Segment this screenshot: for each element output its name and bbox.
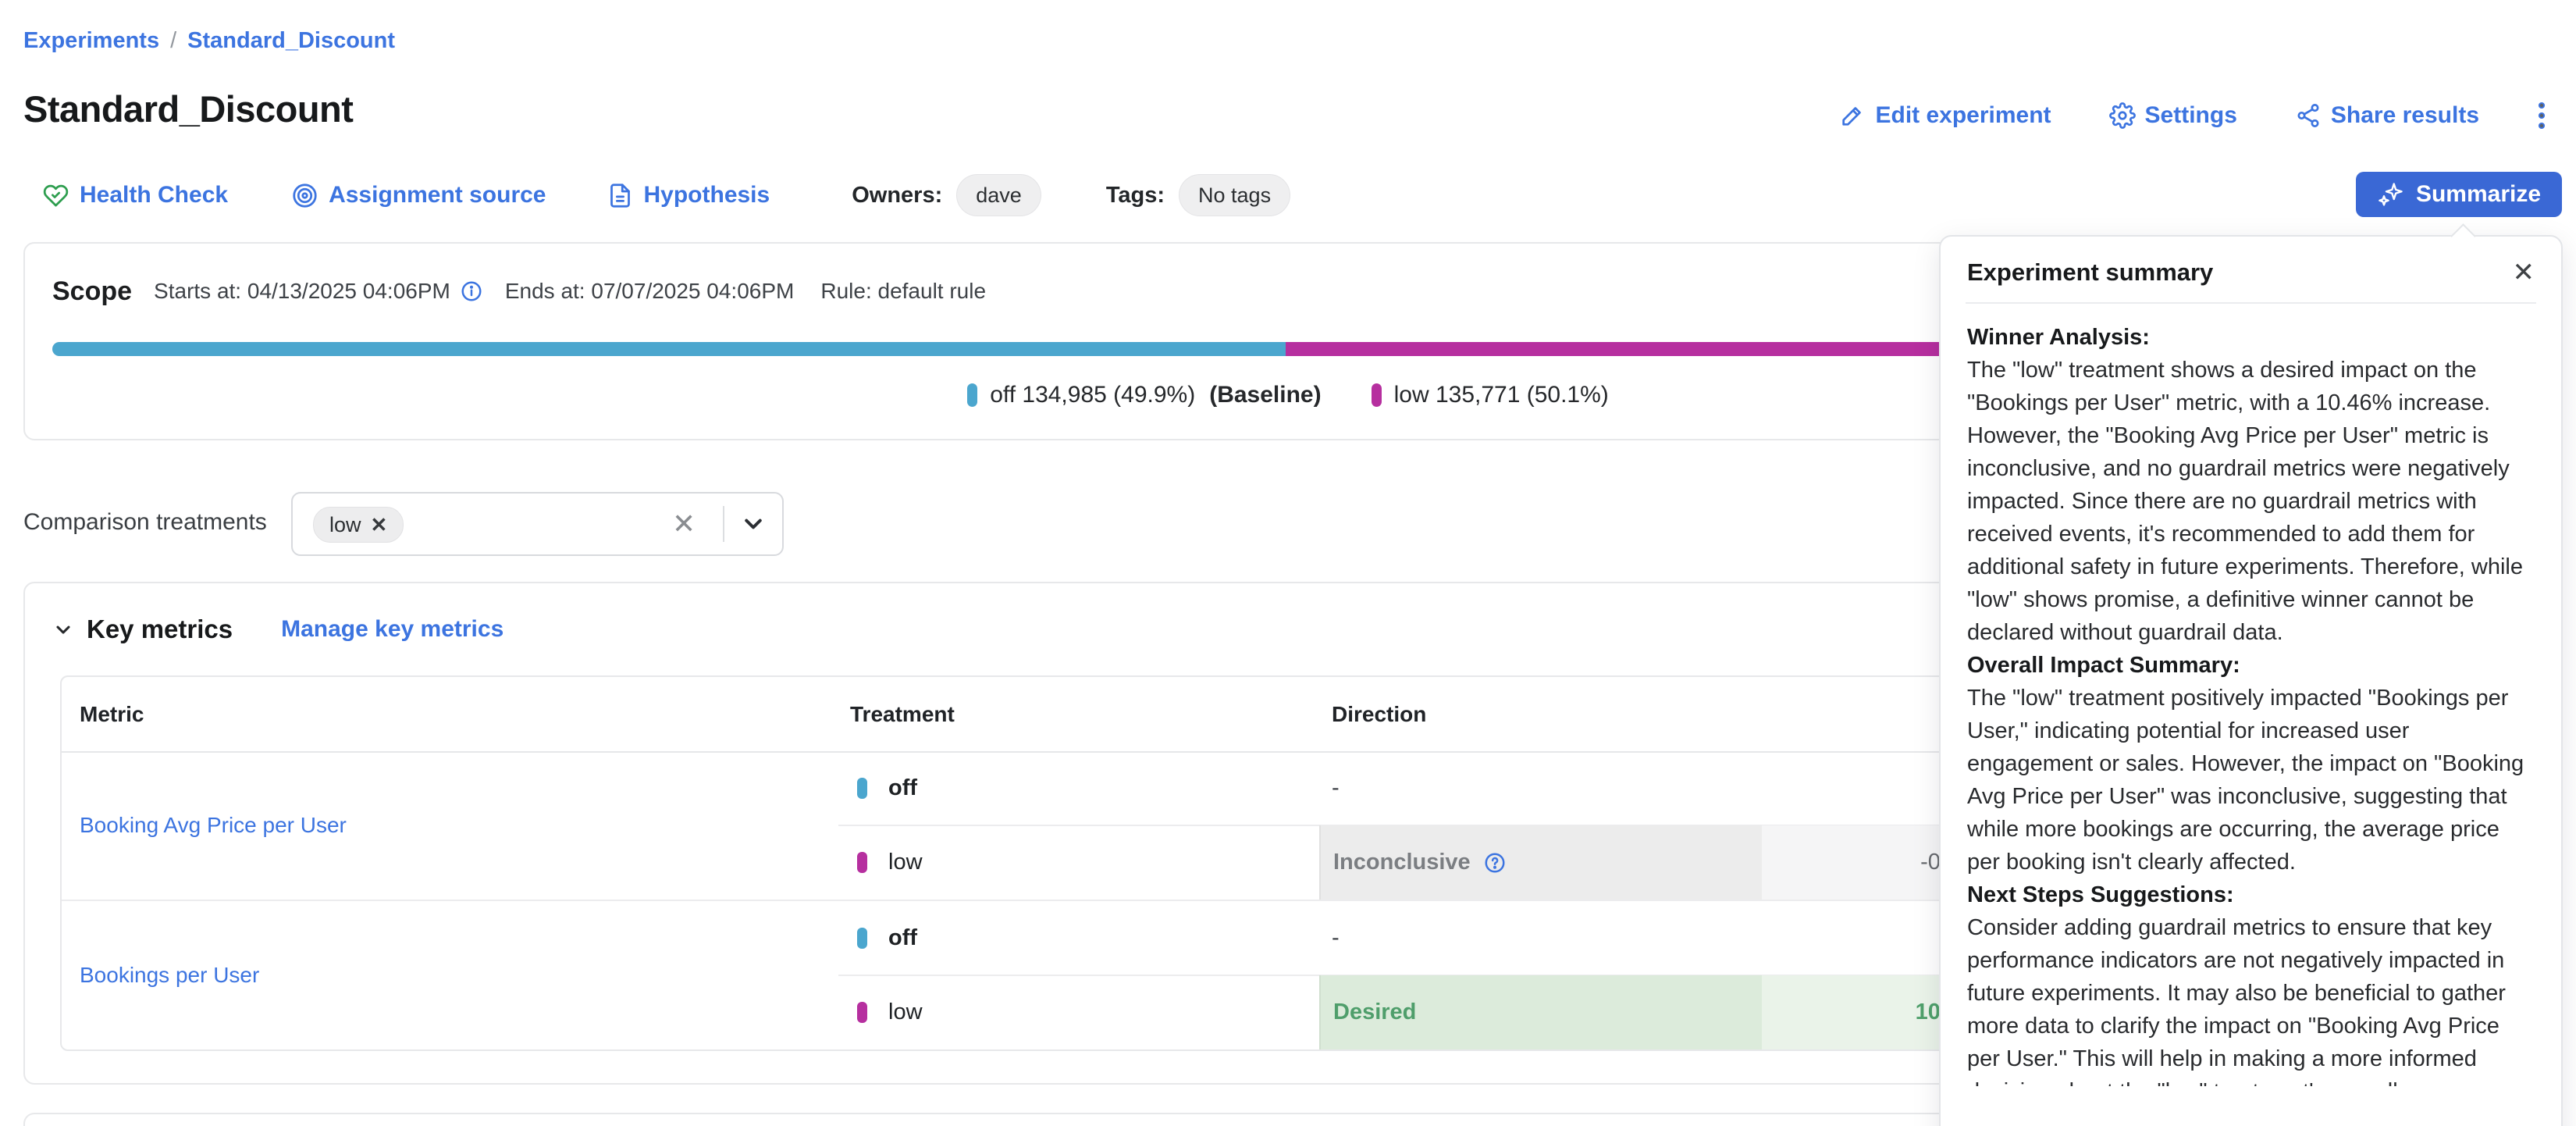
direction-value: Inconclusive [1333, 850, 1471, 875]
summary-section-next-steps: Next Steps Suggestions: Consider adding … [1967, 878, 2535, 1086]
header-actions: Edit experiment Settings Share results [1839, 102, 2546, 130]
breadcrumb-current[interactable]: Standard_Discount [187, 28, 395, 54]
off-swatch [967, 383, 977, 407]
page-title: Standard_Discount [23, 87, 353, 130]
off-swatch [857, 778, 867, 799]
sparkles-icon [2377, 180, 2405, 208]
pencil-icon [1839, 102, 1866, 129]
more-options-button[interactable] [2537, 102, 2546, 130]
summary-section-winner-analysis: Winner Analysis: The "low" treatment sho… [1967, 321, 2535, 649]
legend-baseline-tag: (Baseline) [1209, 382, 1321, 408]
share-results-button[interactable]: Share results [2295, 102, 2479, 129]
key-metrics-title: Key metrics [87, 615, 233, 644]
section-heading: Winner Analysis: [1967, 321, 2535, 354]
off-swatch [857, 928, 867, 949]
section-body: Consider adding guardrail metrics to ens… [1967, 911, 2535, 1086]
section-heading: Next Steps Suggestions: [1967, 878, 2535, 911]
col-header-metric: Metric [80, 677, 144, 751]
info-icon[interactable] [460, 280, 483, 303]
select-divider [723, 506, 724, 542]
low-swatch [857, 1002, 867, 1023]
col-header-treatment: Treatment [850, 677, 955, 751]
key-metrics-header: Key metrics Manage key metrics [52, 615, 503, 644]
manage-key-metrics-link[interactable]: Manage key metrics [281, 616, 503, 643]
owners-label: Owners: [852, 183, 942, 208]
experiment-meta-row: Health Check Assignment source Hypothesi… [43, 173, 1290, 217]
summarize-button[interactable]: Summarize [2356, 172, 2562, 217]
allocation-segment-off [52, 342, 1286, 356]
treatment-name: low [888, 975, 923, 1049]
question-circle-icon[interactable] [1483, 851, 1507, 875]
direction-cell-inconclusive: Inconclusive [1319, 825, 1762, 900]
tags-chip: No tags [1179, 174, 1290, 216]
edit-experiment-button[interactable]: Edit experiment [1839, 102, 2051, 129]
close-icon[interactable]: ✕ [2513, 259, 2535, 286]
hypothesis-label: Hypothesis [644, 182, 770, 208]
breadcrumb-experiments-link[interactable]: Experiments [23, 28, 159, 54]
experiment-summary-panel: Experiment summary ✕ Winner Analysis: Th… [1939, 235, 2563, 1126]
legend-off-label: off 134,985 (49.9%) [990, 382, 1195, 408]
comparison-treatments-label: Comparison treatments [23, 509, 267, 536]
share-icon [2295, 102, 2322, 129]
treatment-name: low [888, 825, 923, 900]
owner-chip: dave [956, 174, 1041, 216]
chevron-down-icon[interactable] [741, 512, 766, 536]
health-check-label: Health Check [80, 182, 228, 208]
treatment-chip-low[interactable]: low ✕ [313, 507, 404, 543]
panel-header: Experiment summary ✕ [1941, 237, 2561, 302]
collapse-chevron-icon[interactable] [52, 618, 74, 640]
tags-label: Tags: [1106, 183, 1165, 208]
legend-low-label: low 135,771 (50.1%) [1394, 382, 1609, 408]
health-check-link[interactable]: Health Check [43, 182, 228, 208]
breadcrumb: Experiments / Standard_Discount [23, 28, 395, 54]
low-swatch [857, 852, 867, 873]
settings-label: Settings [2145, 102, 2237, 129]
summarize-label: Summarize [2416, 181, 2541, 208]
low-swatch [1372, 383, 1382, 407]
hypothesis-link[interactable]: Hypothesis [607, 182, 770, 208]
select-clear-icon[interactable]: ✕ [672, 494, 696, 554]
direction-value: - [1332, 751, 1340, 825]
summary-section-overall-impact: Overall Impact Summary: The "low" treatm… [1967, 649, 2535, 878]
target-icon [292, 183, 318, 208]
heart-check-icon [43, 183, 69, 208]
panel-body: Winner Analysis: The "low" treatment sho… [1941, 304, 2561, 1086]
section-body: The "low" treatment shows a desired impa… [1967, 354, 2535, 649]
direction-value: Desired [1333, 1000, 1416, 1025]
breadcrumb-separator: / [170, 28, 176, 54]
scope-rule: Rule: default rule [820, 279, 986, 304]
chip-remove-icon[interactable]: ✕ [371, 513, 388, 537]
direction-cell-desired: Desired [1319, 975, 1762, 1049]
legend-item-off: off 134,985 (49.9%) (Baseline) [967, 382, 1321, 408]
scope-starts-at: Starts at: 04/13/2025 04:06PM [154, 279, 450, 304]
panel-title: Experiment summary [1967, 258, 2213, 287]
settings-button[interactable]: Settings [2109, 102, 2237, 129]
scope-ends-at: Ends at: 07/07/2025 04:06PM [505, 279, 795, 304]
assignment-source-link[interactable]: Assignment source [292, 182, 546, 208]
gear-icon [2109, 102, 2136, 129]
treatment-chip-label: low [329, 513, 361, 537]
treatment-name: off [888, 751, 917, 825]
scope-title: Scope [52, 276, 132, 307]
comparison-treatments-select[interactable]: low ✕ ✕ [291, 492, 784, 556]
section-body: The "low" treatment positively impacted … [1967, 682, 2535, 878]
treatment-name: off [888, 901, 917, 975]
assignment-source-label: Assignment source [329, 182, 546, 208]
col-header-direction: Direction [1332, 677, 1426, 751]
section-heading: Overall Impact Summary: [1967, 649, 2535, 682]
kebab-icon [2537, 102, 2546, 130]
document-icon [607, 183, 633, 208]
edit-experiment-label: Edit experiment [1875, 102, 2051, 129]
direction-value: - [1332, 901, 1340, 975]
share-results-label: Share results [2331, 102, 2479, 129]
legend-item-low: low 135,771 (50.1%) [1372, 382, 1609, 408]
